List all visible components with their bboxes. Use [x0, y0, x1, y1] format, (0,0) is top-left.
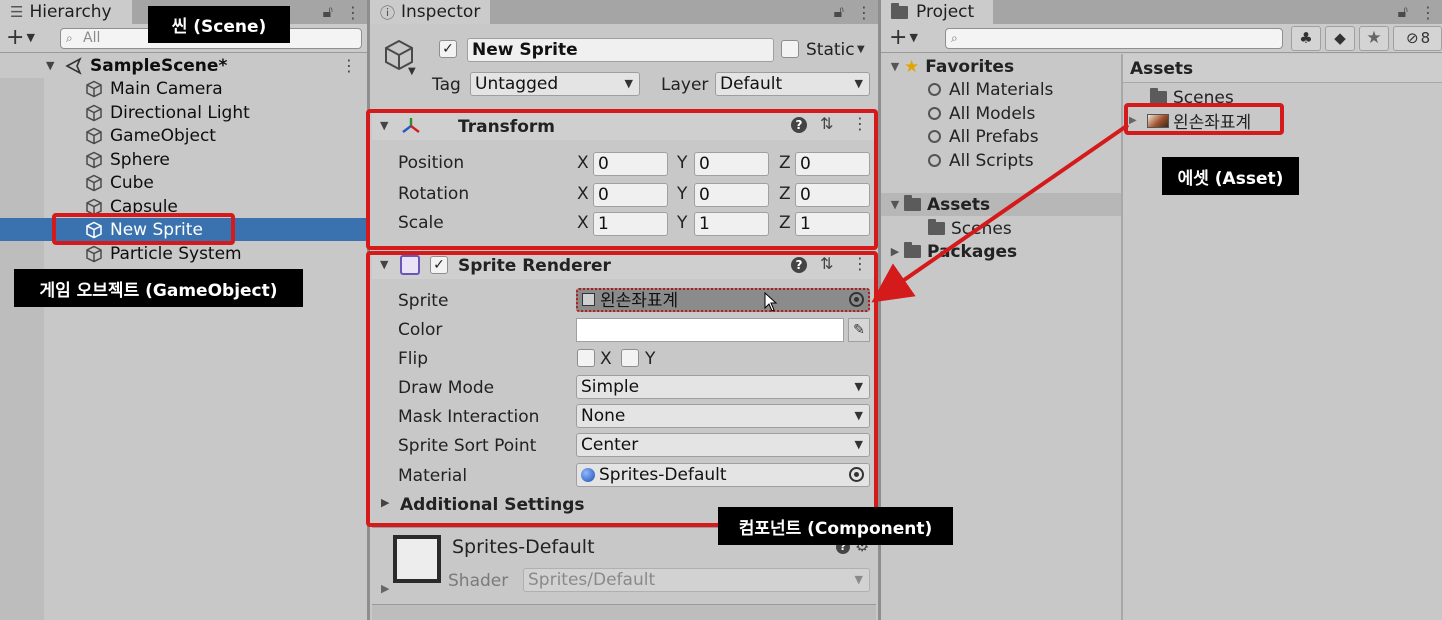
scene-callout: 씬 (Scene): [148, 6, 290, 43]
component-callout: 컴포넌트 (Component): [718, 507, 953, 545]
gameobject-callout: 게임 오브젝트 (GameObject): [14, 269, 303, 307]
asset-callout: 에셋 (Asset): [1162, 157, 1299, 195]
